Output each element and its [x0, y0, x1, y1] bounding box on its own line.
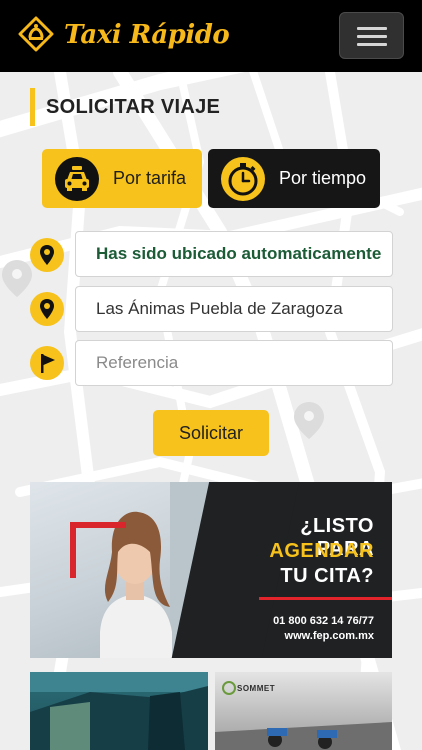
mode-button-tiempo[interactable]: Por tiempo: [208, 149, 380, 208]
location-status-field: Has sido ubicado automaticamente: [75, 231, 393, 277]
section-title: SOLICITAR VIAJE: [30, 88, 220, 126]
promo-tile-right[interactable]: SOMMET: [215, 672, 392, 750]
tile-caption: SOMMET: [237, 684, 276, 693]
taxi-logo-icon[interactable]: [18, 16, 54, 52]
stopwatch-icon: [220, 156, 266, 202]
request-ride-button[interactable]: Solicitar: [153, 410, 269, 456]
banner-headline-3: TU CITA?: [280, 565, 374, 587]
origin-address-input[interactable]: Las Ánimas Puebla de Zaragoza: [75, 286, 393, 332]
promo-banner[interactable]: ¿LISTO PARA AGENDAR TU CITA? 01 800 632 …: [30, 482, 392, 658]
reference-input[interactable]: Referencia: [75, 340, 393, 386]
mode-label-tarifa: Por tarifa: [113, 168, 187, 188]
location-pin-icon: [30, 238, 64, 272]
banner-phone: 01 800 632 14 76/77: [273, 615, 374, 627]
taxi-icon: [54, 156, 100, 202]
app-header: Taxi Rápido: [0, 0, 422, 72]
origin-pin-icon: [30, 292, 64, 326]
menu-button[interactable]: [339, 12, 404, 59]
mode-label-tiempo: Por tiempo: [279, 168, 367, 188]
promo-tile-left[interactable]: [30, 672, 208, 750]
brand-name[interactable]: Taxi Rápido: [64, 20, 230, 50]
banner-divider: [259, 597, 392, 600]
banner-headline-2: AGENDAR: [269, 540, 374, 562]
flag-icon: [30, 346, 64, 380]
hamburger-menu-icon: [357, 27, 387, 30]
banner-website: www.fep.com.mx: [284, 630, 374, 642]
mode-button-tarifa[interactable]: Por tarifa: [42, 149, 202, 208]
